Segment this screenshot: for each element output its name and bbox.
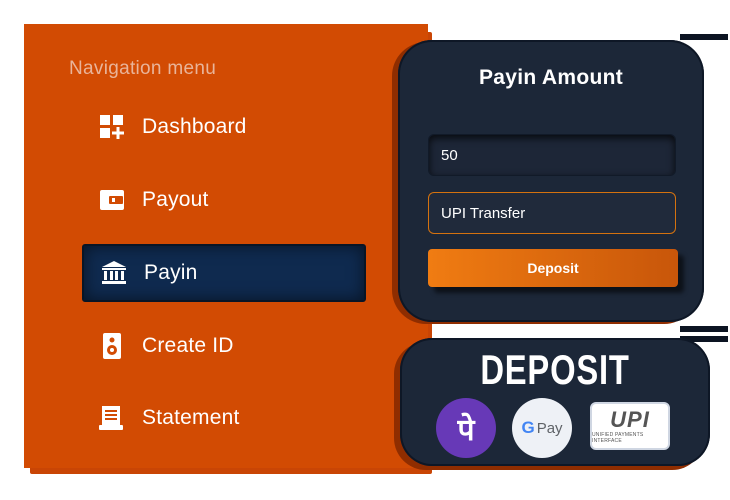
google-pay-icon[interactable]: G Pay [512,398,572,458]
payin-title: Payin Amount [479,66,623,89]
upi-icon[interactable]: UPI UNIFIED PAYMENTS INTERFACE [590,402,670,450]
deposit-button[interactable]: Deposit [428,249,678,287]
nav-item-label: Payin [144,261,198,284]
nav-item-payout[interactable]: Payout [82,171,366,229]
nav-item-dashboard[interactable]: Dashboard [82,98,366,156]
bank-icon [101,260,127,286]
wallet-icon [99,187,125,213]
payment-method-select[interactable]: UPI Transfer [428,192,676,234]
card-frame-accent [680,34,728,40]
upi-subtitle: UNIFIED PAYMENTS INTERFACE [592,431,644,444]
nav-item-payin[interactable]: Payin [82,244,366,302]
payin-card: Payin Amount 50 UPI Transfer Deposit [398,40,704,322]
nav-item-label: Dashboard [142,115,247,138]
nav-item-label: Statement [142,406,240,429]
nav-item-create-id[interactable]: Create ID [82,317,366,375]
nav-item-label: Create ID [142,334,234,357]
nav-item-label: Payout [142,188,209,211]
phonepe-glyph: पे [457,412,475,448]
amount-input[interactable]: 50 [428,134,676,176]
nav-heading: Navigation menu [69,58,217,79]
navigation-panel: Navigation menu Dashboard Payout Payin C… [24,24,428,468]
phonepe-icon[interactable]: पे [436,398,496,458]
deposit-title: DEPOSIT [480,346,630,393]
upi-logo-text: UPI [610,406,650,432]
document-icon [99,405,125,431]
nav-item-statement[interactable]: Statement [82,389,366,447]
speaker-icon [99,333,125,359]
dashboard-icon [99,114,125,140]
deposit-methods-card: DEPOSIT पे G Pay UPI UNIFIED PAYMENTS IN… [400,338,710,466]
google-g-logo: G [521,418,535,437]
card-frame-accent [680,326,728,332]
gpay-label: Pay [536,419,563,437]
